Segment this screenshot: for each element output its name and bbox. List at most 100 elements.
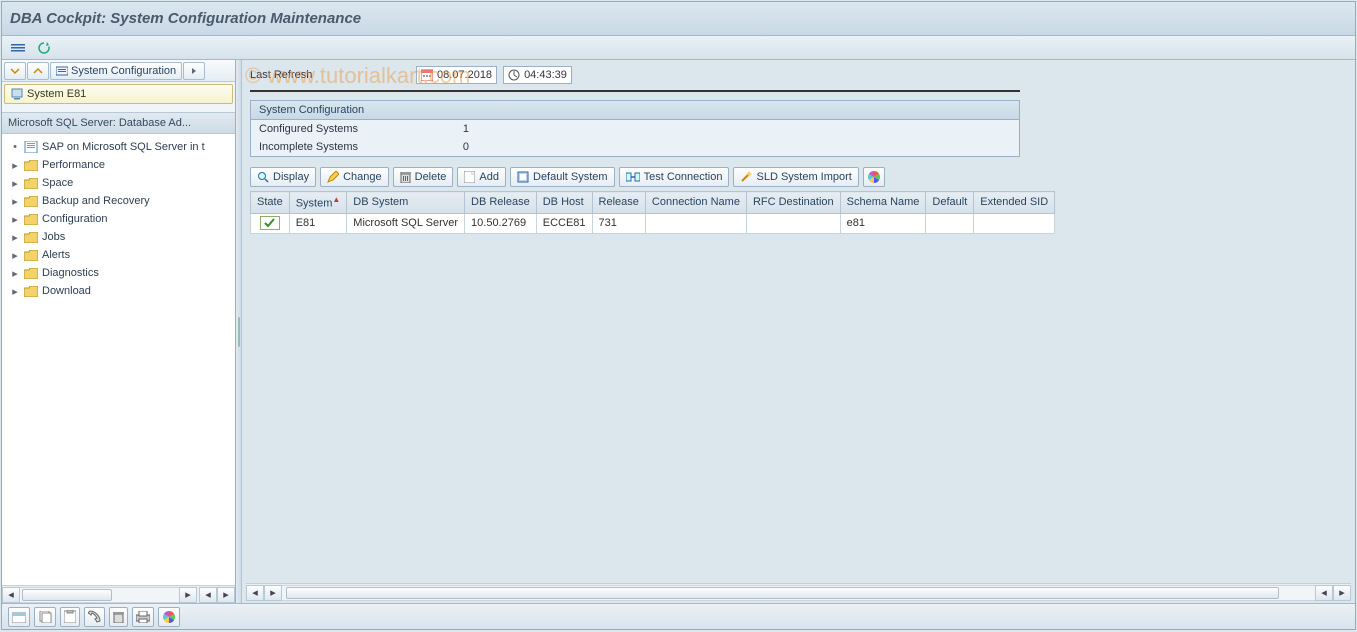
col-state[interactable]: State xyxy=(251,192,290,214)
folder-icon xyxy=(24,160,38,171)
tree-item-jobs[interactable]: ▸ Jobs xyxy=(2,228,235,246)
panel-row-configured: Configured Systems 1 xyxy=(251,120,1019,138)
tree-item-label: SAP on Microsoft SQL Server in t xyxy=(42,141,205,153)
tree-item-space[interactable]: ▸ Space xyxy=(2,174,235,192)
tree-header[interactable]: Microsoft SQL Server: Database Ad... xyxy=(2,112,235,134)
col-dbhost[interactable]: DB Host xyxy=(536,192,592,214)
panel-val: 0 xyxy=(439,141,469,153)
expander-icon[interactable]: ▸ xyxy=(10,249,20,262)
expander-icon[interactable]: ▸ xyxy=(10,231,20,244)
panel-key: Incomplete Systems xyxy=(259,141,439,153)
refresh-row: Last Refresh 08.07.2018 04:43:39 xyxy=(242,60,1355,88)
col-dbrelease[interactable]: DB Release xyxy=(465,192,537,214)
scroll-left2-icon[interactable]: ◂ xyxy=(1315,585,1333,601)
system-configuration-label: System Configuration xyxy=(71,65,176,77)
default-system-button[interactable]: Default System xyxy=(510,167,615,187)
expander-icon[interactable]: ▸ xyxy=(10,285,20,298)
expander-icon[interactable]: ▸ xyxy=(10,177,20,190)
col-rfc[interactable]: RFC Destination xyxy=(746,192,840,214)
tree-item-diagnostics[interactable]: ▸ Diagnostics xyxy=(2,264,235,282)
page-icon xyxy=(464,171,475,183)
grid-row[interactable]: E81 Microsoft SQL Server 10.50.2769 ECCE… xyxy=(251,213,1055,233)
test-label: Test Connection xyxy=(644,171,723,183)
time-field[interactable]: 04:43:39 xyxy=(503,66,572,84)
color-wheel-icon[interactable] xyxy=(158,607,180,627)
expander-icon[interactable]: ▸ xyxy=(10,267,20,280)
scroll-left2-icon[interactable]: ◂ xyxy=(199,587,217,603)
col-extsid[interactable]: Extended SID xyxy=(974,192,1055,214)
sidebar-toolbar: System Configuration xyxy=(2,60,235,82)
expand-down-icon[interactable] xyxy=(4,62,26,80)
trash-icon[interactable] xyxy=(109,607,128,627)
change-button[interactable]: Change xyxy=(320,167,389,187)
scroll-right-icon[interactable]: ▸ xyxy=(264,585,282,601)
tree-item-backup[interactable]: ▸ Backup and Recovery xyxy=(2,192,235,210)
collapse-up-icon[interactable] xyxy=(27,62,49,80)
display-label: Display xyxy=(273,171,309,183)
print-icon[interactable] xyxy=(132,607,154,627)
scroll-left-icon[interactable]: ◂ xyxy=(246,585,264,601)
sld-import-button[interactable]: SLD System Import xyxy=(733,167,858,187)
date-field[interactable]: 08.07.2018 xyxy=(416,66,497,84)
cell-system: E81 xyxy=(289,213,347,233)
trash-icon xyxy=(400,171,411,183)
expander-icon[interactable]: ▸ xyxy=(10,213,20,226)
stamp-icon xyxy=(517,171,529,183)
tree-item-label: Diagnostics xyxy=(42,267,99,279)
app-toolbar xyxy=(2,36,1355,60)
connection-icon xyxy=(626,171,640,183)
copy-icon[interactable] xyxy=(34,607,56,627)
delete-button[interactable]: Delete xyxy=(393,167,454,187)
test-connection-button[interactable]: Test Connection xyxy=(619,167,730,187)
time-value: 04:43:39 xyxy=(524,69,567,81)
clock-icon xyxy=(508,69,520,81)
scroll-right-icon[interactable]: ▸ xyxy=(179,587,197,603)
tree-item-alerts[interactable]: ▸ Alerts xyxy=(2,246,235,264)
scroll-right2-icon[interactable]: ▸ xyxy=(217,587,235,603)
scroll-right2-icon[interactable]: ▸ xyxy=(1333,585,1351,601)
clipboard-icon[interactable] xyxy=(60,607,80,627)
display-button[interactable]: Display xyxy=(250,167,316,187)
system-badge[interactable]: System E81 xyxy=(4,84,233,104)
add-button[interactable]: Add xyxy=(457,167,506,187)
new-session-icon[interactable] xyxy=(8,607,30,627)
cell-dbsystem: Microsoft SQL Server xyxy=(347,213,465,233)
folder-icon xyxy=(24,178,38,189)
splitter[interactable] xyxy=(236,60,242,603)
col-default[interactable]: Default xyxy=(926,192,974,214)
folder-icon xyxy=(24,268,38,279)
bullet-icon: • xyxy=(10,141,20,153)
cell-rfc xyxy=(746,213,840,233)
calendar-icon xyxy=(421,69,433,81)
col-release[interactable]: Release xyxy=(592,192,645,214)
refresh-icon[interactable] xyxy=(34,39,54,57)
system-configuration-button[interactable]: System Configuration xyxy=(50,62,182,80)
expander-icon[interactable]: ▸ xyxy=(10,195,20,208)
tree-item-performance[interactable]: ▸ Performance xyxy=(2,156,235,174)
tree-item-configuration[interactable]: ▸ Configuration xyxy=(2,210,235,228)
scroll-thumb[interactable] xyxy=(22,589,112,601)
col-dbsystem[interactable]: DB System xyxy=(347,192,465,214)
tree-item-label: Backup and Recovery xyxy=(42,195,150,207)
cell-conn xyxy=(645,213,746,233)
col-schema[interactable]: Schema Name xyxy=(840,192,926,214)
tree-item-label: Performance xyxy=(42,159,105,171)
scroll-thumb[interactable] xyxy=(286,587,1279,599)
folder-icon xyxy=(24,286,38,297)
status-ok-icon xyxy=(260,216,280,230)
color-legend-button[interactable] xyxy=(863,167,885,187)
cell-dbhost: ECCE81 xyxy=(536,213,592,233)
menu-icon[interactable] xyxy=(8,39,28,57)
tree-item-label: Download xyxy=(42,285,91,297)
tree-item-download[interactable]: ▸ Download xyxy=(2,282,235,300)
expander-icon[interactable]: ▸ xyxy=(10,159,20,172)
panel-val: 1 xyxy=(439,123,469,135)
title-bar: DBA Cockpit: System Configuration Mainte… xyxy=(2,2,1355,36)
sidebar-more-icon[interactable] xyxy=(183,62,205,80)
tree-item-sap-doc[interactable]: • SAP on Microsoft SQL Server in t xyxy=(2,138,235,156)
sidebar-scrollbar[interactable]: ◂ ▸ ◂ ▸ xyxy=(2,585,235,603)
col-conn[interactable]: Connection Name xyxy=(645,192,746,214)
scroll-left-icon[interactable]: ◂ xyxy=(2,587,20,603)
col-system[interactable]: System▲ xyxy=(289,192,347,214)
phone-icon[interactable] xyxy=(84,607,105,627)
